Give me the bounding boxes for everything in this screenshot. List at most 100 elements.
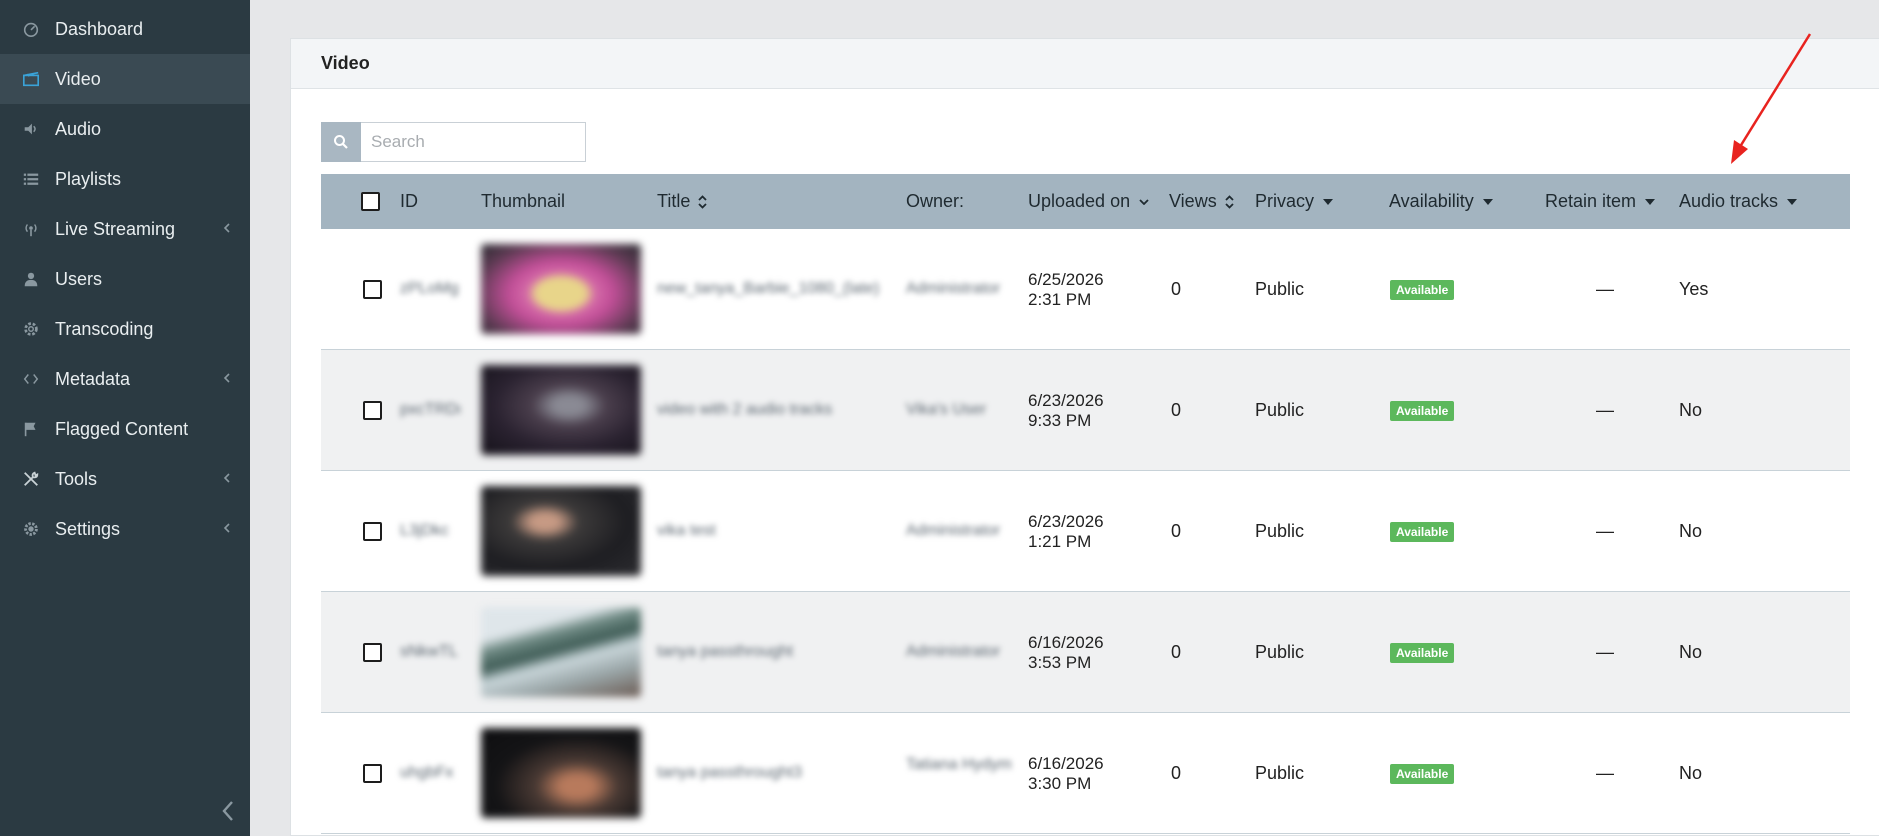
sidebar-item-audio[interactable]: Audio [0,104,250,154]
collapse-sidebar-icon[interactable] [218,798,240,824]
select-all-checkbox[interactable] [361,192,380,211]
retain-value: — [1596,642,1614,662]
video-title[interactable]: tanya passthrought3 [657,764,887,782]
audio-tracks-value: No [1679,763,1703,783]
upload-datetime: 6/25/2026 2:31 PM [1028,270,1104,309]
chevron-left-icon [223,373,230,383]
sort-icon [1225,194,1234,209]
views-count: 0 [1171,400,1182,420]
sidebar-item-label: Flagged Content [55,418,189,439]
upload-datetime: 6/16/2026 3:30 PM [1028,754,1104,793]
column-header-retain[interactable]: Retain item [1545,174,1656,229]
column-header-owner: Owner: [906,191,965,211]
sidebar-item-label: Settings [55,518,121,539]
sidebar-item-live-streaming[interactable]: Live Streaming [0,204,250,254]
video-id: zPLoMg [400,280,459,297]
search-input[interactable] [361,122,586,162]
audio-tracks-value: Yes [1679,279,1709,299]
table-header: ID Thumbnail Title Owner: Uploaded on Vi… [321,174,1850,229]
sidebar-item-label: Tools [55,468,98,489]
chevron-left-icon [223,223,230,233]
video-title[interactable]: new_tanya_Barbie_1080_(late) [657,280,887,298]
row-checkbox[interactable] [363,643,382,662]
video-id: pxcTRDn [400,401,460,418]
sidebar-item-metadata[interactable]: Metadata [0,354,250,404]
sidebar-item-label: Video [55,68,101,89]
upload-datetime: 6/16/2026 3:53 PM [1028,633,1104,672]
column-header-title[interactable]: Title [657,174,708,229]
video-title[interactable]: video with 2 audio tracks [657,401,887,419]
select-all-cell [361,174,380,229]
chevron-left-icon [223,523,230,533]
video-thumbnail[interactable] [481,728,641,818]
caret-down-icon [1787,198,1798,205]
privacy-value: Public [1255,279,1305,299]
video-title[interactable]: tanya passthrought [657,643,887,661]
code-icon [20,368,42,390]
cog-icon [20,318,42,340]
audio-tracks-value: No [1679,400,1703,420]
video-owner: Vika's User [906,401,987,418]
caret-down-icon [1645,198,1656,205]
row-checkbox[interactable] [363,401,382,420]
list-icon [20,168,42,190]
status-badge: Available [1390,401,1455,421]
chevron-down-icon [1139,198,1149,205]
views-count: 0 [1171,642,1182,662]
video-id: L3jDkc [400,522,449,539]
video-thumbnail[interactable] [481,607,641,697]
sidebar-item-label: Audio [55,118,102,139]
sidebar-item-video[interactable]: Video [0,54,250,104]
sidebar-item-label: Live Streaming [55,218,176,239]
upload-datetime: 6/23/2026 1:21 PM [1028,512,1104,551]
table-row[interactable]: sNkwTL tanya passthrought Administrator … [321,592,1850,713]
dashboard-icon [20,18,42,40]
retain-value: — [1596,763,1614,783]
panel-title: Video [291,39,1879,89]
table-row[interactable]: L3jDkc vika test Administrator 6/23/2026… [321,471,1850,592]
audio-tracks-value: No [1679,521,1703,541]
upload-datetime: 6/23/2026 9:33 PM [1028,391,1104,430]
chevron-left-icon [223,473,230,483]
row-checkbox[interactable] [363,280,382,299]
video-id: uhgbFx [400,764,454,781]
video-owner: Administrator [906,280,1001,297]
user-icon [20,268,42,290]
video-thumbnail[interactable] [481,244,641,334]
video-thumbnail[interactable] [481,486,641,576]
column-header-views[interactable]: Views [1169,174,1235,229]
search-button[interactable] [321,122,361,162]
flag-icon [20,418,42,440]
row-checkbox[interactable] [363,764,382,783]
broadcast-icon [20,218,42,240]
table-row[interactable]: zPLoMg new_tanya_Barbie_1080_(late) Admi… [321,229,1850,350]
sidebar-item-label: Users [55,268,103,289]
search-bar [321,122,586,162]
table-row[interactable]: pxcTRDn video with 2 audio tracks Vika's… [321,350,1850,471]
video-owner: Tatiana Hydym [906,756,1012,773]
retain-value: — [1596,400,1614,420]
views-count: 0 [1171,763,1182,783]
sidebar-item-dashboard[interactable]: Dashboard [0,4,250,54]
column-header-audio-tracks[interactable]: Audio tracks [1679,174,1798,229]
video-id: sNkwTL [400,643,458,660]
views-count: 0 [1171,279,1182,299]
annotation-arrow-icon [1731,33,1812,164]
sidebar-item-label: Dashboard [55,18,144,39]
table-row[interactable]: uhgbFx tanya passthrought3 Tatiana Hydym… [321,713,1850,834]
video-thumbnail[interactable] [481,365,641,455]
status-badge: Available [1390,280,1455,300]
sidebar-item-playlists[interactable]: Playlists [0,154,250,204]
status-badge: Available [1390,643,1455,663]
column-header-uploaded[interactable]: Uploaded on [1028,174,1149,229]
column-header-availability[interactable]: Availability [1389,174,1493,229]
sidebar-item-flagged-content[interactable]: Flagged Content [0,404,250,454]
row-checkbox[interactable] [363,522,382,541]
sidebar-item-settings[interactable]: Settings [0,504,250,554]
sidebar-item-tools[interactable]: Tools [0,454,250,504]
column-header-privacy[interactable]: Privacy [1255,174,1334,229]
video-title[interactable]: vika test [657,522,887,540]
sidebar-item-users[interactable]: Users [0,254,250,304]
retain-value: — [1596,521,1614,541]
sidebar-item-transcoding[interactable]: Transcoding [0,304,250,354]
